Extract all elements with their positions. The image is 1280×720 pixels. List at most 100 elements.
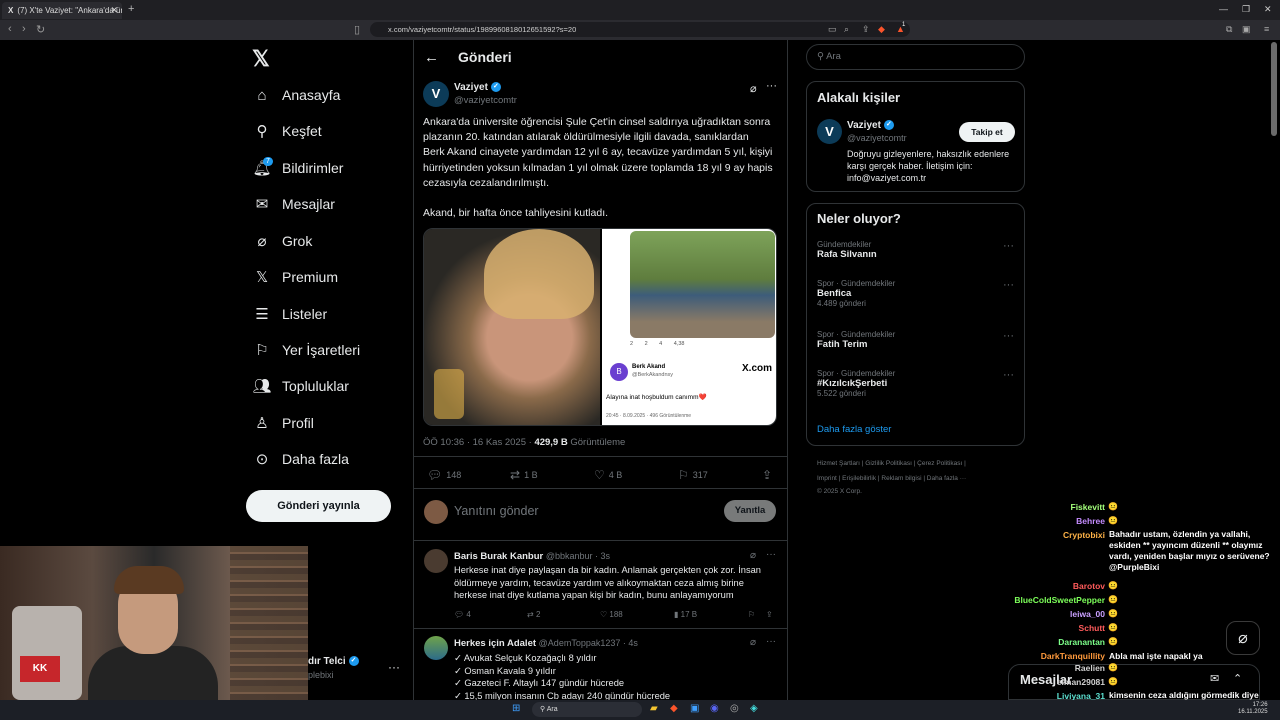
nav-item-lists[interactable]: ☰ Listeler (252, 302, 327, 326)
reply-input[interactable]: Yanıtını gönder (454, 504, 539, 518)
reply-button[interactable]: Yanıtla (724, 500, 776, 522)
comment-name[interactable]: Baris Burak Kanbur (454, 551, 543, 562)
chair-logo: KK (20, 656, 60, 682)
bookmark-action[interactable]: ⚐ 317 (678, 468, 708, 482)
user-avatar (424, 500, 448, 524)
scrollbar[interactable] (1271, 42, 1277, 136)
comment-views[interactable]: ▮ 17 B (674, 610, 697, 619)
nav-item-bookmarks[interactable]: ⚐ Yer İşaretleri (252, 338, 360, 362)
trend-item[interactable]: Spor · Gündemdekiler Fatih Terim (817, 330, 895, 350)
nav-label: Topluluklar (282, 378, 349, 394)
reply-count: 148 (446, 470, 462, 480)
reply-action[interactable]: 💬︎ 148 (427, 468, 461, 482)
divider (414, 628, 787, 629)
back-arrow-icon[interactable]: ← (424, 49, 439, 66)
comment-retweet[interactable]: ⇄ 2 (527, 610, 540, 619)
footer-links[interactable]: Hizmet Şartları | Gizlilik Politikası | … (817, 460, 966, 467)
bookmark-icon[interactable]: ⚐ (748, 610, 755, 619)
comment-name[interactable]: Herkes için Adalet (454, 638, 536, 649)
author-name[interactable]: Vaziyet ✓ (454, 82, 501, 93)
minimize-icon[interactable]: — (1219, 4, 1228, 14)
menu-icon[interactable]: ≡ (1264, 24, 1269, 34)
forward-nav-icon[interactable]: › (22, 23, 26, 35)
like-action[interactable]: ♡ 4 B (594, 468, 622, 482)
photo-woman[interactable] (424, 229, 600, 425)
account-more-icon[interactable]: ··· (388, 660, 400, 674)
grok-icon[interactable]: ⌀ (750, 550, 756, 561)
author-handle[interactable]: @vaziyetcomtr (454, 95, 517, 106)
taskbar-search[interactable]: ⚲ Ara (532, 702, 642, 717)
more-options-icon[interactable]: ··· (766, 549, 776, 560)
nav-item-home[interactable]: ⌂ Anasayfa (252, 83, 340, 107)
search-input[interactable]: ⚲ Ara (806, 44, 1025, 70)
x-logo-icon[interactable]: 𝕏 (252, 46, 270, 72)
file-explorer-icon[interactable]: ▰ (650, 703, 658, 714)
embedded-screenshot[interactable]: 2 2 4 4,38 B Berk Akand @BerkAkandnsy X.… (602, 229, 776, 425)
retweet-action[interactable]: ⇄ 1 B (510, 468, 538, 482)
post-button[interactable]: Gönderi yayınla (246, 490, 391, 522)
comment-like[interactable]: ♡ 188 (600, 610, 623, 619)
share-action[interactable]: ⇪ (762, 468, 776, 482)
more-options-icon[interactable]: ··· (766, 636, 776, 647)
nav-item-profile[interactable]: ♙ Profil (252, 411, 314, 435)
bookmark-page-icon[interactable]: ▯ (354, 23, 360, 36)
back-nav-icon[interactable]: ‹ (8, 23, 12, 35)
nav-item-more[interactable]: ⊙ Daha fazla (252, 447, 349, 471)
share-icon[interactable]: ⇪ (766, 610, 773, 619)
tab-close-icon[interactable]: ✕ (110, 5, 118, 16)
trend-more-icon[interactable]: ··· (1003, 279, 1014, 291)
brave-browser-icon[interactable]: ◆ (670, 703, 678, 714)
zoom-icon[interactable]: ⌕ (844, 24, 849, 35)
browser-tab[interactable]: X(7) X'te Vaziyet: "Ankara'da üniv... ✕ (2, 2, 122, 19)
comment-reply[interactable]: 💬︎ 4 (454, 610, 471, 619)
related-avatar[interactable]: V (817, 119, 842, 144)
brave-lion-icon[interactable]: ◆ (878, 24, 885, 35)
streamer-hair (114, 566, 184, 594)
grok-float-button[interactable]: ⌀ (1226, 621, 1260, 655)
comment-avatar[interactable] (424, 549, 448, 573)
window-close-icon[interactable]: ✕ (1264, 4, 1272, 15)
grok-icon[interactable]: ⌀ (750, 637, 756, 648)
cast-icon[interactable]: ▭ (828, 24, 837, 35)
share-icon[interactable]: ⇪ (862, 24, 870, 35)
trend-more-icon[interactable]: ··· (1003, 330, 1014, 342)
trend-item[interactable]: Gündemdekiler Rafa Silvanın (817, 240, 877, 260)
trend-item[interactable]: Spor · Gündemdekiler Benfica 4.489 gönde… (817, 279, 895, 308)
nav-item-explore[interactable]: ⚲ Keşfet (252, 119, 322, 143)
chat-emote: 😐 (1108, 516, 1118, 525)
trend-more-icon[interactable]: ··· (1003, 240, 1014, 252)
app-icon[interactable]: ◈ (750, 703, 758, 714)
windows-start-icon[interactable]: ⊞ (512, 703, 520, 714)
steam-icon[interactable]: ◎ (730, 703, 739, 714)
nav-label: Profil (282, 415, 314, 431)
extensions-icon[interactable]: ⧉ (1226, 24, 1232, 35)
chat-emote: 😐 (1108, 623, 1118, 632)
nav-item-communities[interactable]: 👥︎ Topluluklar (252, 374, 349, 398)
nav-item-premium[interactable]: 𝕏 Premium (252, 265, 338, 289)
grok-icon[interactable]: ⌀ (750, 82, 757, 95)
author-avatar[interactable]: V (423, 81, 449, 107)
search-icon: ⚲ (540, 706, 546, 713)
nav-label: Premium (282, 269, 339, 285)
discord-icon[interactable]: ◉ (710, 703, 719, 714)
wallet-icon[interactable]: ▣ (1242, 24, 1251, 35)
restore-icon[interactable]: ❐ (1242, 4, 1250, 15)
related-handle[interactable]: @vaziyetcomtr (847, 133, 907, 143)
nav-item-notifications[interactable]: 🔔︎ 7 Bildirimler (252, 156, 343, 180)
nav-item-messages[interactable]: ✉ Mesajlar (252, 192, 335, 216)
reload-icon[interactable]: ↻ (36, 23, 45, 36)
trend-more-icon[interactable]: ··· (1003, 369, 1014, 381)
tweet-media[interactable]: 2 2 4 4,38 B Berk Akand @BerkAkandnsy X.… (423, 228, 777, 426)
more-options-icon[interactable]: ··· (766, 80, 777, 92)
account-name[interactable]: dır Telci ✓ (308, 656, 359, 667)
store-icon[interactable]: ▣ (690, 703, 699, 714)
footer-links[interactable]: Imprint | Erişilebilirlik | Reklam bilgi… (817, 475, 966, 482)
nav-item-grok[interactable]: ⌀ Grok (252, 229, 312, 253)
follow-button[interactable]: Takip et (959, 122, 1015, 142)
comment-avatar[interactable] (424, 636, 448, 660)
show-more-link[interactable]: Daha fazla göster (817, 424, 891, 435)
trend-item[interactable]: Spor · Gündemdekiler #KızılcıkŞerbeti 5.… (817, 369, 895, 398)
new-tab-icon[interactable]: + (128, 3, 134, 15)
related-bio: Doğruyu gizleyenlere, haksızlık edenlere… (847, 149, 1010, 183)
related-name[interactable]: Vaziyet ✓ (847, 120, 894, 131)
